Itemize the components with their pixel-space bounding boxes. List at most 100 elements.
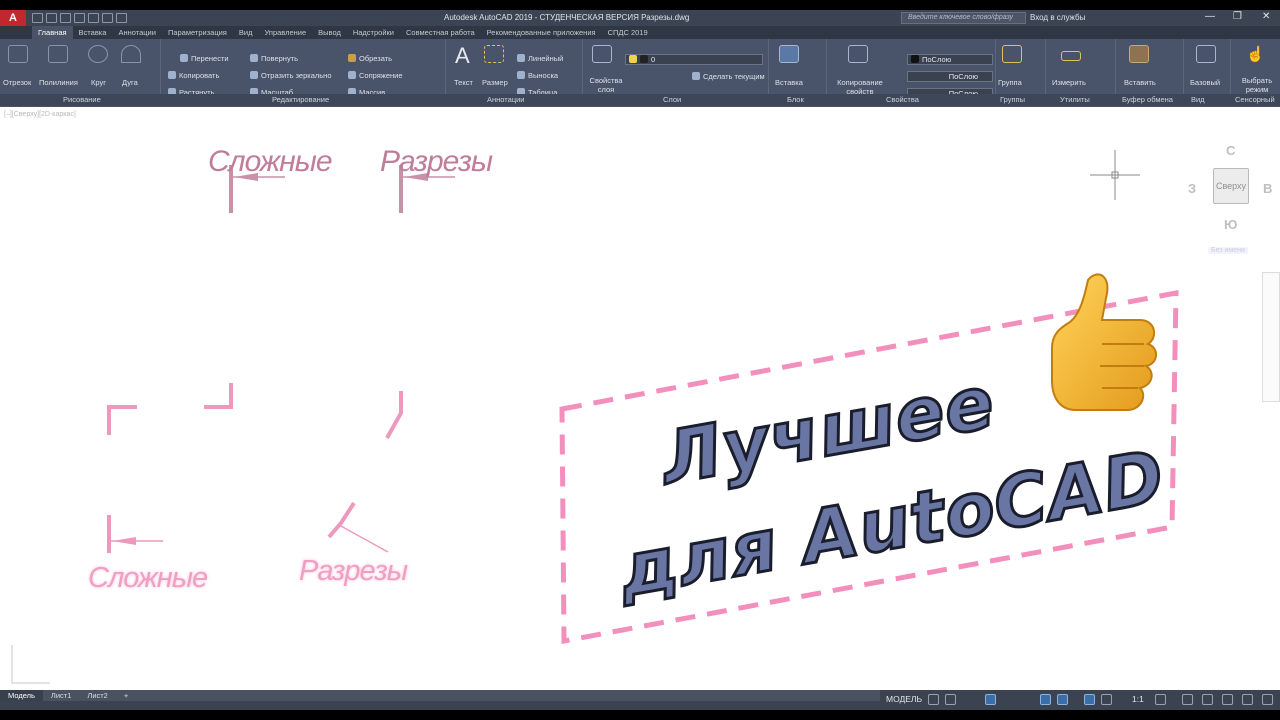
select-mode-button[interactable]: Выбрать режим: [1239, 76, 1275, 94]
workspace-gear-icon[interactable]: [1155, 694, 1166, 705]
insert-block-button[interactable]: Вставка: [775, 78, 803, 87]
autocad-logo-icon[interactable]: A: [0, 10, 26, 26]
panel-draw-title[interactable]: Рисование: [63, 95, 101, 104]
redo-icon[interactable]: [116, 13, 127, 23]
panel-touch-title[interactable]: Сенсорный: [1235, 95, 1275, 104]
tab-model[interactable]: Модель: [0, 690, 43, 701]
annotation-scale[interactable]: 1:1: [1132, 694, 1144, 704]
wcs-menu[interactable]: Без имени: [1208, 247, 1248, 254]
arc-icon[interactable]: [121, 45, 141, 63]
base-view-icon[interactable]: [1196, 45, 1216, 63]
tab-output[interactable]: Вывод: [312, 26, 347, 39]
isolate-icon[interactable]: [1202, 694, 1213, 705]
tab-spds[interactable]: СПДС 2019: [602, 26, 654, 39]
panel-clipboard-title[interactable]: Буфер обмена: [1122, 95, 1173, 104]
rotate-button[interactable]: Повернуть: [250, 54, 298, 63]
polyline-button[interactable]: Полилиния: [39, 78, 78, 87]
tab-layout1[interactable]: Лист1: [43, 690, 79, 701]
panel-groups-title[interactable]: Группы: [1000, 95, 1025, 104]
fillet-button[interactable]: Сопряжение: [348, 71, 403, 80]
panel-properties-title[interactable]: Свойства: [886, 95, 919, 104]
undo-icon[interactable]: [102, 13, 113, 23]
tab-view[interactable]: Вид: [233, 26, 259, 39]
annotation-visibility-icon[interactable]: [1101, 694, 1112, 705]
add-layout-button[interactable]: +: [116, 690, 136, 701]
print-icon[interactable]: [88, 13, 99, 23]
viewcube-south[interactable]: Ю: [1224, 217, 1237, 232]
match-properties-icon[interactable]: [848, 45, 868, 63]
clean-screen-icon[interactable]: [1242, 694, 1253, 705]
insert-block-icon[interactable]: [779, 45, 799, 63]
circle-button[interactable]: Круг: [91, 78, 106, 87]
login-button[interactable]: Вход в службы: [1030, 13, 1085, 22]
tab-addins[interactable]: Надстройки: [347, 26, 400, 39]
leader-button[interactable]: Выноска: [517, 71, 558, 80]
panel-annotation-title[interactable]: Аннотации: [487, 95, 525, 104]
text-icon[interactable]: A: [455, 43, 470, 68]
linear-button[interactable]: Линейный: [517, 54, 563, 63]
hand-pointer-icon[interactable]: ☝: [1246, 45, 1265, 63]
layer-properties-icon[interactable]: [592, 45, 612, 63]
panel-utilities-title[interactable]: Утилиты: [1060, 95, 1090, 104]
panel-layers-title[interactable]: Слои: [663, 95, 681, 104]
model-space-toggle[interactable]: МОДЕЛЬ: [886, 694, 922, 704]
panel-block-title[interactable]: Блок: [787, 95, 804, 104]
otrack-icon[interactable]: [1084, 694, 1095, 705]
polar-icon[interactable]: [1040, 694, 1051, 705]
polyline-icon[interactable]: [48, 45, 68, 63]
trim-button[interactable]: Обрезать: [348, 54, 392, 63]
viewcube-face-top[interactable]: Сверху: [1213, 168, 1249, 204]
viewcube-north[interactable]: С: [1226, 143, 1235, 158]
linetype-dropdown[interactable]: ПоСлою: [907, 71, 993, 82]
measure-icon[interactable]: [1061, 51, 1081, 61]
tab-insert[interactable]: Вставка: [73, 26, 113, 39]
tab-layout2[interactable]: Лист2: [79, 690, 115, 701]
color-dropdown[interactable]: ПоСлою: [907, 54, 993, 65]
paste-icon[interactable]: [1129, 45, 1149, 63]
tab-featured-apps[interactable]: Рекомендованные приложения: [481, 26, 602, 39]
new-icon[interactable]: [32, 13, 43, 23]
measure-button[interactable]: Измерить: [1052, 78, 1086, 87]
customize-menu-icon[interactable]: [1262, 694, 1273, 705]
navigation-bar[interactable]: [1262, 272, 1280, 402]
line-button[interactable]: Отрезок: [3, 78, 31, 87]
make-current-button[interactable]: Сделать текущим: [692, 72, 765, 81]
text-button[interactable]: Текст: [454, 78, 473, 87]
osnap-icon[interactable]: [1057, 694, 1068, 705]
ortho-icon[interactable]: [985, 694, 996, 705]
restore-icon[interactable]: ❐: [1233, 11, 1242, 22]
arc-button[interactable]: Дуга: [122, 78, 138, 87]
viewcube-east[interactable]: В: [1263, 181, 1272, 196]
hardware-acceleration-icon[interactable]: [1222, 694, 1233, 705]
snap-icon[interactable]: [945, 694, 956, 705]
search-input[interactable]: Введите ключевое слово/фразу: [901, 12, 1026, 24]
panel-view-title[interactable]: Вид: [1191, 95, 1205, 104]
minimize-icon[interactable]: —: [1205, 11, 1215, 22]
tab-annotate[interactable]: Аннотации: [112, 26, 162, 39]
group-icon[interactable]: [1002, 45, 1022, 63]
viewcube-west[interactable]: З: [1188, 181, 1196, 196]
save-icon[interactable]: [60, 13, 71, 23]
dimension-icon[interactable]: [484, 45, 504, 63]
tab-collaborate[interactable]: Совместная работа: [400, 26, 481, 39]
line-icon[interactable]: [8, 45, 28, 63]
open-icon[interactable]: [46, 13, 57, 23]
save-as-icon[interactable]: [74, 13, 85, 23]
dimension-button[interactable]: Размер: [482, 78, 508, 87]
base-view-button[interactable]: Базовый: [1190, 78, 1220, 87]
panel-modify-title[interactable]: Редактирование: [272, 95, 329, 104]
circle-icon[interactable]: [88, 45, 108, 63]
move-button[interactable]: Перенести: [180, 54, 229, 63]
tab-parametric[interactable]: Параметризация: [162, 26, 233, 39]
group-button[interactable]: Группа: [998, 78, 1022, 87]
add-icon[interactable]: [1182, 694, 1193, 705]
grid-icon[interactable]: [928, 694, 939, 705]
tab-home[interactable]: Главная: [32, 26, 73, 39]
copy-button[interactable]: Копировать: [168, 71, 219, 80]
paste-button[interactable]: Вставить: [1124, 78, 1156, 87]
layer-dropdown[interactable]: 0: [625, 54, 763, 65]
layer-properties-button[interactable]: Свойства слоя: [586, 76, 626, 94]
mirror-button[interactable]: Отразить зеркально: [250, 71, 332, 80]
close-icon[interactable]: ✕: [1262, 11, 1270, 22]
tab-manage[interactable]: Управление: [258, 26, 312, 39]
